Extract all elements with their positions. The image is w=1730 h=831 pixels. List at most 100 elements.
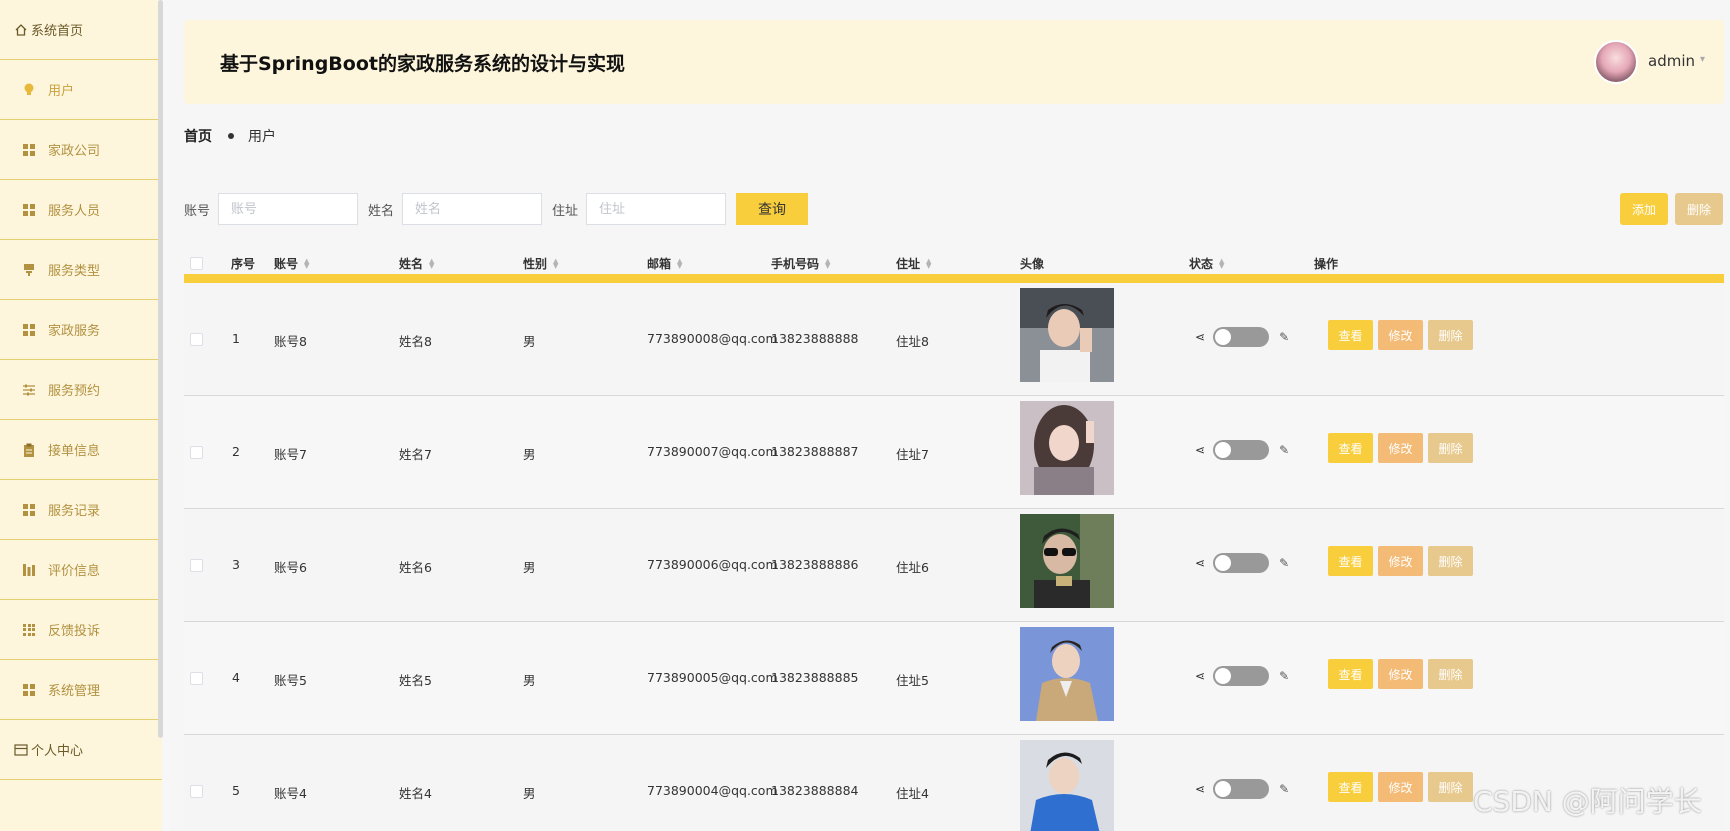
share-icon[interactable]: ⋖ — [1195, 443, 1205, 457]
status-toggle[interactable] — [1213, 779, 1270, 799]
sidebar-item-system[interactable]: 系统管理 — [0, 660, 162, 720]
sort-icon[interactable]: ▲ ▼ — [553, 257, 558, 269]
status-toggle[interactable] — [1213, 553, 1270, 573]
sidebar-item-appointments[interactable]: 服务预约 — [0, 360, 162, 420]
chevron-down-icon[interactable]: ▾ — [1700, 54, 1705, 65]
cell-phone: 13823888886 — [771, 557, 859, 572]
account-search-input[interactable] — [218, 193, 359, 225]
sort-icon[interactable]: ▲ ▼ — [304, 257, 309, 269]
address-label: 住址 — [552, 203, 579, 219]
status-toggle[interactable] — [1213, 327, 1270, 347]
toggle-knob — [1215, 781, 1232, 797]
breadcrumb: 首页 用户 — [184, 126, 276, 146]
user-photo[interactable] — [1020, 288, 1114, 382]
cell-email: 773890006@qq.com — [647, 557, 778, 572]
sort-icon[interactable]: ▲ ▼ — [429, 257, 434, 269]
select-all-checkbox[interactable] — [190, 257, 203, 270]
pencil-icon[interactable]: ✎ — [1279, 782, 1289, 796]
name-search-input[interactable] — [402, 193, 543, 225]
breadcrumb-home[interactable]: 首页 — [184, 126, 212, 146]
edit-button[interactable]: 修改 — [1378, 433, 1423, 463]
cell-gender: 男 — [523, 560, 536, 575]
sidebar-item-label: 系统首页 — [31, 24, 84, 39]
sidebar-item-service-types[interactable]: 服务类型 — [0, 240, 162, 300]
batch-delete-button[interactable]: 删除 — [1675, 193, 1723, 225]
cell-index: 3 — [232, 557, 240, 572]
cell-address: 住址6 — [896, 560, 929, 575]
pencil-icon[interactable]: ✎ — [1279, 669, 1289, 683]
sidebar-scrollbar[interactable] — [158, 0, 163, 738]
col-name[interactable]: 姓名 ▲ ▼ — [399, 255, 434, 272]
sidebar-item-service-records[interactable]: 服务记录 — [0, 480, 162, 540]
sort-icon[interactable]: ▲ ▼ — [677, 257, 682, 269]
delete-button[interactable]: 删除 — [1428, 772, 1473, 802]
cell-account: 账号5 — [274, 673, 307, 688]
row-actions: 查看 修改 删除 — [1328, 433, 1478, 463]
sidebar-item-orders[interactable]: 接单信息 — [0, 420, 162, 480]
sidebar-item-users[interactable]: 用户 — [0, 60, 162, 120]
delete-button[interactable]: 删除 — [1428, 320, 1473, 350]
share-icon[interactable]: ⋖ — [1195, 669, 1205, 683]
delete-button[interactable]: 删除 — [1428, 546, 1473, 576]
share-icon[interactable]: ⋖ — [1195, 782, 1205, 796]
delete-button[interactable]: 删除 — [1428, 659, 1473, 689]
col-name-label: 姓名 — [399, 257, 424, 271]
status-toggle[interactable] — [1213, 666, 1270, 686]
view-button[interactable]: 查看 — [1328, 772, 1373, 802]
col-email[interactable]: 邮箱 ▲ ▼ — [647, 255, 682, 272]
pencil-icon[interactable]: ✎ — [1279, 443, 1289, 457]
cell-name: 姓名7 — [399, 447, 432, 462]
user-photo[interactable] — [1020, 627, 1114, 721]
cell-name: 姓名4 — [399, 786, 432, 801]
grid-icon — [22, 203, 36, 217]
view-button[interactable]: 查看 — [1328, 546, 1373, 576]
sidebar-item-home-services[interactable]: 家政服务 — [0, 300, 162, 360]
row-checkbox[interactable] — [190, 333, 203, 346]
row-checkbox[interactable] — [190, 785, 203, 798]
user-photo[interactable] — [1020, 401, 1114, 495]
cell-gender: 男 — [523, 673, 536, 688]
sort-icon[interactable]: ▲ ▼ — [825, 257, 830, 269]
delete-button[interactable]: 删除 — [1428, 433, 1473, 463]
edit-button[interactable]: 修改 — [1378, 772, 1423, 802]
sidebar-item-staff[interactable]: 服务人员 — [0, 180, 162, 240]
grid-icon — [22, 143, 36, 157]
add-button[interactable]: 添加 — [1620, 193, 1668, 225]
sidebar-item-profile[interactable]: 个人中心 — [0, 720, 162, 780]
view-button[interactable]: 查看 — [1328, 659, 1373, 689]
edit-button[interactable]: 修改 — [1378, 659, 1423, 689]
query-button[interactable]: 查询 — [736, 193, 809, 225]
sidebar-item-reviews[interactable]: 评价信息 — [0, 540, 162, 600]
avatar[interactable] — [1594, 40, 1638, 84]
address-search-input[interactable] — [586, 193, 727, 225]
edit-button[interactable]: 修改 — [1378, 320, 1423, 350]
sidebar-item-feedback[interactable]: 反馈投诉 — [0, 600, 162, 660]
sort-icon[interactable]: ▲ ▼ — [926, 257, 931, 269]
col-status[interactable]: 状态 ▲ ▼ — [1189, 255, 1224, 272]
pencil-icon[interactable]: ✎ — [1279, 556, 1289, 570]
user-photo[interactable] — [1020, 740, 1114, 831]
sidebar-item-home[interactable]: 系统首页 — [0, 0, 162, 60]
view-button[interactable]: 查看 — [1328, 320, 1373, 350]
col-gender[interactable]: 性别 ▲ ▼ — [523, 255, 558, 272]
table-row: 4 账号5 姓名5 男 773890005@qq.com 13823888885… — [184, 622, 1724, 735]
share-icon[interactable]: ⋖ — [1195, 330, 1205, 344]
row-checkbox[interactable] — [190, 446, 203, 459]
col-address[interactable]: 住址 ▲ ▼ — [896, 255, 931, 272]
status-toggle[interactable] — [1213, 440, 1270, 460]
pencil-icon[interactable]: ✎ — [1279, 330, 1289, 344]
sort-icon[interactable]: ▲ ▼ — [1219, 257, 1224, 269]
edit-button[interactable]: 修改 — [1378, 546, 1423, 576]
cell-phone: 13823888884 — [771, 783, 859, 798]
sidebar-item-label: 家政公司 — [48, 144, 101, 159]
row-checkbox[interactable] — [190, 559, 203, 572]
sidebar-item-label: 服务类型 — [48, 264, 101, 279]
share-icon[interactable]: ⋖ — [1195, 556, 1205, 570]
user-photo[interactable] — [1020, 514, 1114, 608]
view-button[interactable]: 查看 — [1328, 433, 1373, 463]
row-checkbox[interactable] — [190, 672, 203, 685]
col-phone[interactable]: 手机号码 ▲ ▼ — [771, 255, 830, 272]
user-menu[interactable]: admin — [1648, 52, 1695, 70]
sidebar-item-companies[interactable]: 家政公司 — [0, 120, 162, 180]
col-account[interactable]: 账号 ▲ ▼ — [274, 255, 309, 272]
